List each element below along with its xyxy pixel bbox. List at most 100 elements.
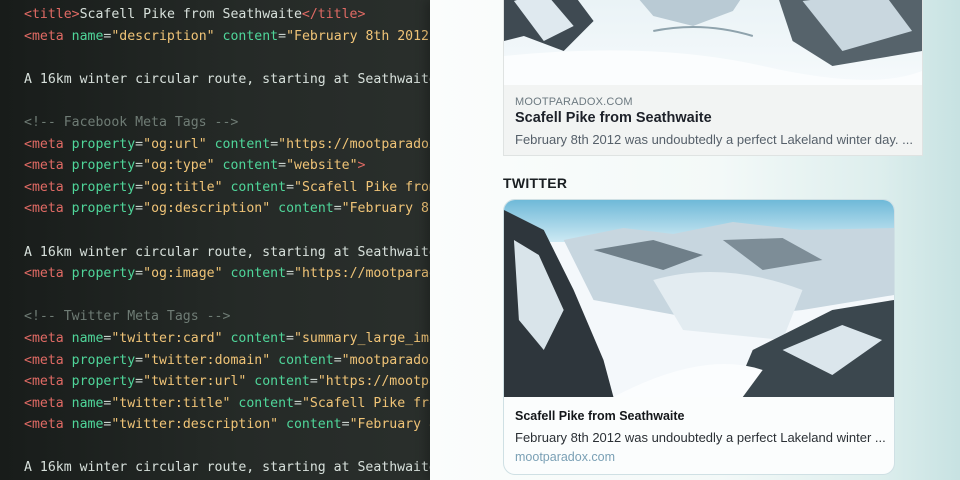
code-token-tag: <meta xyxy=(24,330,72,346)
code-token-val: "February 8th 2012 xyxy=(341,201,440,217)
code-token-comment: <!-- Facebook Meta Tags --> xyxy=(24,114,239,130)
code-token-val: "https://mootparadox.com/ xyxy=(294,266,440,282)
facebook-link-card[interactable]: MOOTPARADOX.COM Scafell Pike from Seathw… xyxy=(503,0,923,156)
code-line: <meta property="og:type" content="websit… xyxy=(24,155,440,177)
code-token-text: A 16km winter circular route, starting a… xyxy=(24,244,440,260)
code-token-plain: = xyxy=(309,374,318,390)
code-token-val: "description" xyxy=(111,28,215,44)
code-token-val: "og:type" xyxy=(143,158,215,174)
code-token-plain: = xyxy=(135,136,144,152)
code-line: <!-- Twitter Meta Tags --> xyxy=(24,306,440,328)
code-token-attr: content xyxy=(278,352,334,368)
code-token-attr: content xyxy=(222,158,279,174)
code-token-plain: = xyxy=(278,28,287,44)
code-token-val: "twitter:title" xyxy=(111,395,231,411)
code-token-attr: content xyxy=(286,417,342,433)
code-token-tag: </title> xyxy=(301,7,366,22)
code-line: A 16km winter circular route, starting a… xyxy=(24,457,440,479)
code-line: A 16km winter circular route, starting a… xyxy=(24,242,440,264)
code-token-attr: property xyxy=(71,352,136,368)
twitter-card-title[interactable]: Scafell Pike from Seathwaite xyxy=(515,409,685,423)
code-token-attr: content xyxy=(230,179,287,195)
code-token-val: "Scafell Pike from Seathwaite xyxy=(301,395,440,411)
code-token-plain: = xyxy=(278,158,287,174)
code-token-plain: = xyxy=(135,266,144,282)
code-token-plain: = xyxy=(135,374,144,390)
screenshot: <title > Scafell Pike from Seathwaite </tit… xyxy=(0,0,960,480)
facebook-card-image xyxy=(504,0,922,85)
code-token-val: "February 8th xyxy=(349,417,440,433)
code-token-tag: <meta xyxy=(24,28,72,44)
twitter-card-image xyxy=(504,200,894,397)
code-line: <meta property="og:title" content="Scafe… xyxy=(24,177,440,199)
code-token-plain: = xyxy=(293,395,302,411)
code-token-plain: = xyxy=(286,330,294,346)
code-token-attr: property xyxy=(71,201,136,217)
code-token-attr: property xyxy=(71,158,136,174)
code-token-attr: name xyxy=(71,417,104,433)
code-token-tag: title xyxy=(31,7,72,22)
code-token-val: "https://mootparadox.com/ xyxy=(317,374,440,390)
code-token-val: "summary_large_image" xyxy=(294,330,440,346)
code-token-tag: <meta xyxy=(24,266,72,282)
code-line: <meta property="og:url" content="https:/… xyxy=(24,134,440,156)
code-line: <meta property="og:image" content="https… xyxy=(24,263,440,285)
code-token-plain: = xyxy=(333,352,342,368)
twitter-summary-card[interactable]: Scafell Pike from Seathwaite February 8t… xyxy=(503,199,895,475)
code-line: A 16km winter circular route, starting a… xyxy=(24,69,440,91)
code-token-tag: > xyxy=(357,158,366,174)
code-token-text: A 16km winter circular route, starting a… xyxy=(24,460,440,476)
code-token-attr: content xyxy=(214,136,271,152)
code-line: <meta name="twitter:card" content="summa… xyxy=(24,328,440,350)
code-token-val: "twitter:card" xyxy=(111,330,223,346)
code-token-plain: = xyxy=(333,201,342,217)
code-token-attr: property xyxy=(71,179,136,195)
code-line: <meta property="twitter:domain" content=… xyxy=(24,350,440,372)
code-token-plain: = xyxy=(270,136,279,152)
code-token-attr: content xyxy=(254,374,310,390)
code-token-val: "og:description" xyxy=(143,201,271,217)
code-token-plain: = xyxy=(135,179,144,195)
code-token-attr: property xyxy=(71,136,136,152)
code-token-val: "Scafell Pike from Seathwaite xyxy=(294,179,437,195)
code-token-val: "twitter:description" xyxy=(111,417,279,433)
code-token-tag: <meta xyxy=(24,158,72,174)
twitter-section-heading: TWITTER xyxy=(503,175,568,191)
code-token-attr: name xyxy=(71,395,104,411)
code-token-attr: name xyxy=(71,28,104,44)
code-editor[interactable]: <title>Scafell Pike from Seathwaite</tit… xyxy=(0,0,440,480)
facebook-card-title[interactable]: Scafell Pike from Seathwaite xyxy=(515,110,712,126)
code-token-comment: <!-- Twitter Meta Tags --> xyxy=(24,309,231,325)
code-token-plain: = xyxy=(135,352,144,368)
code-token-tag: <meta xyxy=(24,374,72,390)
twitter-card-domain[interactable]: mootparadox.com xyxy=(515,450,615,464)
code-token-tag: <meta xyxy=(24,352,72,368)
code-token-text: A 16km winter circular route, starting a… xyxy=(24,71,440,87)
facebook-card-domain[interactable]: MOOTPARADOX.COM xyxy=(515,96,633,108)
code-token-val: "og:url" xyxy=(143,136,207,152)
code-token-plain: = xyxy=(286,179,295,195)
code-token-tag: < xyxy=(24,7,32,22)
code-line: <title>Scafell Pike from Seathwaite</tit… xyxy=(24,4,440,26)
code-line: <meta name = "twitter:description" content… xyxy=(24,414,440,436)
code-token-tag: <meta xyxy=(24,417,72,433)
code-token-tag: <meta xyxy=(24,136,72,152)
code-token-plain: = xyxy=(135,201,144,217)
code-token-attr: property xyxy=(71,374,136,390)
code-token-val: "February 8th 2012 was undoubtedly xyxy=(286,28,440,44)
code-line: <meta property="twitter:url" content="ht… xyxy=(24,371,440,393)
code-token-tag: <meta xyxy=(24,395,72,411)
code-token-val: "mootparadox.com" xyxy=(341,352,440,368)
twitter-card-description: February 8th 2012 was undoubtedly a perf… xyxy=(515,430,886,445)
code-token-val: "twitter:url" xyxy=(143,374,247,390)
